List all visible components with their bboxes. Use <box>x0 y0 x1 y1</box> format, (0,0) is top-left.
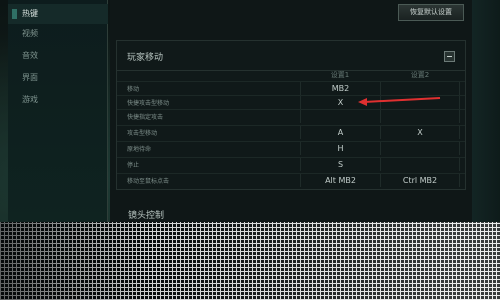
table-row: 原地待命 H <box>117 141 465 155</box>
restore-defaults-button[interactable]: 恢复默认设置 <box>398 4 464 21</box>
sidebar-item-label: 热键 <box>22 9 38 18</box>
row-label: 快捷攻击型移动 <box>127 100 170 107</box>
keybind-cell[interactable] <box>380 110 460 123</box>
sidebar-item-sound[interactable]: 音效 <box>8 46 108 66</box>
section-header: 玩家移动 <box>117 41 465 71</box>
row-label: 原地待命 <box>127 146 152 153</box>
keybind-cell[interactable] <box>380 82 460 95</box>
table-row: 快捷指定攻击 <box>117 109 465 123</box>
right-edge-frame <box>472 0 500 222</box>
keybind-cell[interactable]: S <box>300 158 380 171</box>
column-header-setting1: 设置1 <box>330 71 350 79</box>
sidebar-item-label: 界面 <box>22 73 38 82</box>
camera-control-section-title: 镜头控制 <box>128 211 165 221</box>
keybind-cell[interactable]: MB2 <box>300 82 380 95</box>
sidebar-item-label: 音效 <box>22 51 38 60</box>
hotkey-settings-panel: 恢复默认设置 玩家移动 设置1 设置2 移动 MB2 快捷攻击型移动 X 快捷指… <box>110 0 472 222</box>
keybind-cell[interactable] <box>300 110 380 123</box>
red-arrow-annotation <box>358 97 441 106</box>
row-label: 快捷指定攻击 <box>127 114 164 121</box>
sidebar-item-label: 视频 <box>22 29 38 38</box>
table-row: 停止 S <box>117 157 465 171</box>
column-header-setting2: 设置2 <box>410 71 430 79</box>
sidebar-item-interface[interactable]: 界面 <box>8 68 108 88</box>
keybind-cell[interactable]: X <box>380 126 460 139</box>
keybind-cell[interactable]: A <box>300 126 380 139</box>
keybind-cell[interactable] <box>380 142 460 155</box>
row-label: 攻击型移动 <box>127 130 158 137</box>
sidebar-item-video[interactable]: 视频 <box>8 24 108 44</box>
row-label: 移动至鼠标点击 <box>127 178 170 185</box>
keybind-cell[interactable] <box>380 158 460 171</box>
player-movement-section: 玩家移动 设置1 设置2 移动 MB2 快捷攻击型移动 X 快捷指定攻击 攻击型… <box>116 40 466 190</box>
row-label: 停止 <box>127 162 140 169</box>
sidebar-item-label: 游戏 <box>22 95 38 104</box>
row-label: 移动 <box>127 86 140 93</box>
sidebar-item-hotkeys[interactable]: 热键 <box>8 4 108 24</box>
keybind-cell[interactable]: Ctrl MB2 <box>380 174 460 187</box>
keybind-cell[interactable]: H <box>300 142 380 155</box>
table-row: 移动至鼠标点击 Alt MB2 Ctrl MB2 <box>117 173 465 187</box>
sidebar: 热键 视频 音效 界面 游戏 <box>8 0 108 222</box>
table-row: 攻击型移动 A X <box>117 125 465 139</box>
collapse-icon[interactable] <box>444 51 455 62</box>
section-title: 玩家移动 <box>127 53 164 63</box>
sidebar-item-game[interactable]: 游戏 <box>8 90 108 110</box>
keybind-cell[interactable]: Alt MB2 <box>300 174 380 187</box>
table-row: 移动 MB2 <box>117 81 465 95</box>
overlay-fade <box>0 222 500 300</box>
